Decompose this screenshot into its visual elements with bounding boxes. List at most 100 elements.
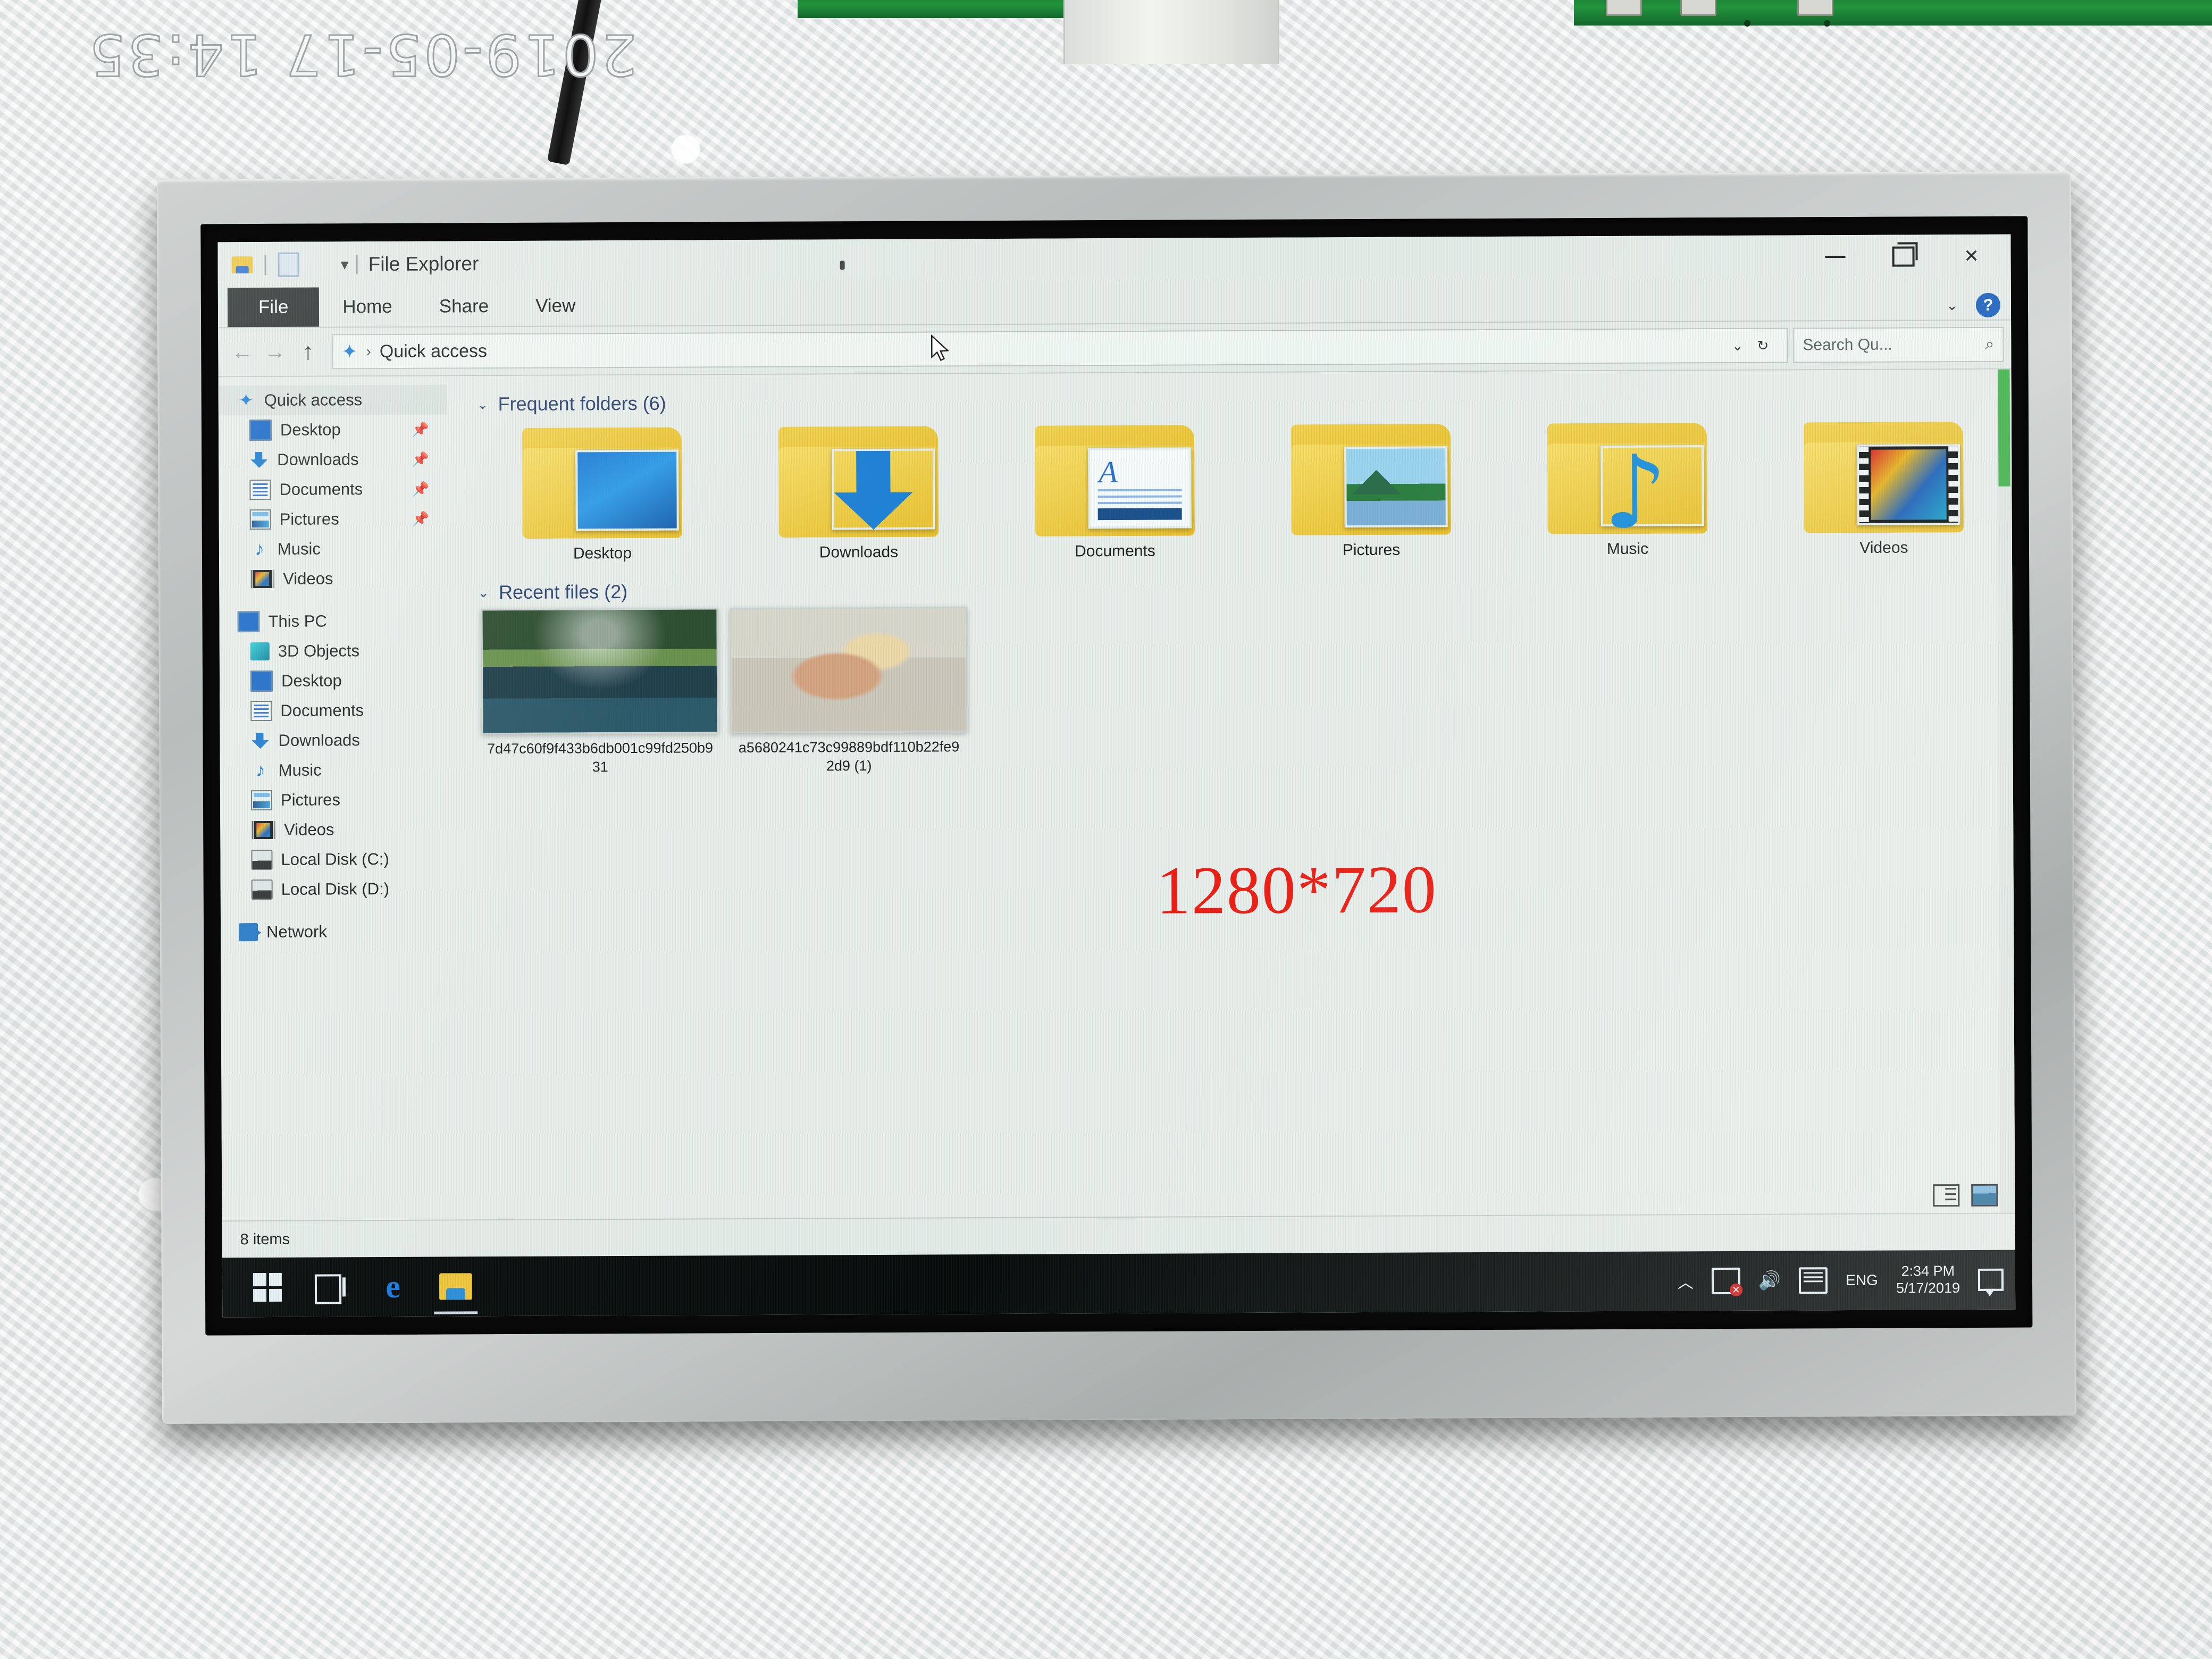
computer-icon: [237, 611, 260, 633]
sidebar-item-pc-documents[interactable]: Documents: [220, 695, 448, 726]
refresh-icon[interactable]: ↻: [1757, 337, 1769, 354]
folder-item[interactable]: ♪ Music: [1499, 415, 1756, 559]
view-mode-buttons[interactable]: [1933, 1184, 1998, 1207]
task-view-button[interactable]: [299, 1257, 362, 1317]
new-folder-icon[interactable]: [303, 249, 333, 279]
large-icons-view-icon[interactable]: [1971, 1184, 1998, 1206]
downloads-icon: [249, 451, 269, 469]
close-button[interactable]: ✕: [1937, 237, 2005, 276]
sidebar-item-pc-downloads[interactable]: Downloads: [220, 725, 448, 756]
sidebar-item-label: Downloads: [278, 731, 360, 750]
search-placeholder: Search Qu...: [1803, 336, 1892, 354]
properties-icon[interactable]: [273, 250, 303, 280]
search-icon: ⌕: [1985, 335, 1995, 353]
folder-item[interactable]: Videos: [1755, 414, 2012, 558]
sidebar-item-label: Local Disk (C:): [281, 849, 389, 869]
pin-icon[interactable]: 📌: [412, 451, 430, 467]
folder-item[interactable]: Desktop: [474, 420, 731, 563]
folder-label: Downloads: [819, 543, 899, 562]
file-explorer-taskbar-button[interactable]: [424, 1256, 487, 1317]
breadcrumb[interactable]: ✦ › Quick access ⌄ ↻: [332, 328, 1788, 370]
volume-icon[interactable]: 🔊: [1758, 1271, 1781, 1291]
sidebar-item-this-pc[interactable]: This PC: [219, 606, 448, 636]
tab-home[interactable]: Home: [319, 287, 416, 327]
folder-item[interactable]: Downloads: [730, 418, 987, 562]
pcb-pad: [1797, 0, 1833, 16]
sidebar-item-local-disk-d[interactable]: Local Disk (D:): [221, 874, 449, 904]
file-item[interactable]: 7d47c60f9f433b6db001c99fd250b931: [481, 608, 719, 776]
start-button[interactable]: [236, 1258, 299, 1318]
person-photo-thumbnail: [730, 607, 968, 734]
videos-icon: [251, 820, 276, 840]
network-disconnected-icon[interactable]: ✕: [1711, 1267, 1742, 1296]
sidebar-item-pc-videos[interactable]: Videos: [220, 814, 449, 845]
tab-view[interactable]: View: [512, 286, 599, 326]
frequent-folders-header[interactable]: ⌄ Frequent folders (6): [477, 387, 2012, 416]
toolbar-divider: [264, 254, 266, 275]
clock[interactable]: 2:34 PM 5/17/2019: [1896, 1263, 1960, 1297]
scrollbar-thumb[interactable]: [1998, 369, 2010, 487]
tab-share[interactable]: Share: [416, 287, 513, 326]
folder-icon: [522, 420, 682, 539]
search-input[interactable]: Search Qu... ⌕: [1793, 326, 2004, 363]
show-hidden-icons-icon[interactable]: ︿: [1678, 1269, 1694, 1293]
sidebar-item-3d-objects[interactable]: 3D Objects: [220, 635, 448, 666]
folder-label: Videos: [1859, 539, 1908, 557]
window-controls[interactable]: ✕: [1801, 237, 2005, 277]
restore-button[interactable]: [1869, 237, 1937, 276]
sidebar-item-downloads[interactable]: Downloads 📌: [219, 444, 447, 475]
sidebar-item-desktop[interactable]: Desktop 📌: [219, 414, 447, 445]
chevron-down-icon[interactable]: ▾: [341, 255, 349, 274]
touch-keyboard-icon[interactable]: [1799, 1267, 1828, 1294]
toolbar-divider: [356, 255, 358, 274]
forward-button[interactable]: →: [258, 336, 291, 368]
sidebar-item-label: Videos: [284, 820, 334, 839]
recent-files-header[interactable]: ⌄ Recent files (2): [477, 575, 2012, 604]
folder-item[interactable]: A Documents: [986, 417, 1243, 561]
edge-button[interactable]: e: [362, 1257, 424, 1317]
recent-files-grid: 7d47c60f9f433b6db001c99fd250b931 a568024…: [458, 602, 2013, 777]
film-strip-icon: [1857, 444, 1960, 525]
pin-icon[interactable]: 📌: [412, 421, 430, 438]
sidebar-item-pc-pictures[interactable]: Pictures: [220, 784, 449, 815]
language-indicator[interactable]: ENG: [1846, 1272, 1878, 1289]
chevron-down-icon[interactable]: ⌄: [477, 584, 489, 601]
pin-icon[interactable]: 📌: [412, 510, 430, 527]
folder-item[interactable]: Pictures: [1243, 416, 1499, 560]
sidebar-item-pictures[interactable]: Pictures 📌: [219, 504, 448, 534]
pin-icon[interactable]: 📌: [412, 481, 430, 497]
network-icon: [239, 923, 258, 942]
up-button[interactable]: ↑: [291, 335, 324, 368]
sidebar-item-quick-access[interactable]: ✦ Quick access: [218, 384, 447, 416]
taskbar: e ︿ ✕ 🔊 ENG 2:34 PM 5/17/2019: [222, 1250, 2016, 1318]
vertical-scrollbar[interactable]: [1996, 369, 2015, 1213]
sidebar-item-local-disk-c[interactable]: Local Disk (C:): [220, 844, 449, 875]
back-button[interactable]: ←: [225, 336, 258, 368]
breadcrumb-current[interactable]: Quick access: [380, 341, 487, 362]
sidebar-item-network[interactable]: Network: [221, 916, 449, 947]
tab-file[interactable]: File: [227, 287, 320, 328]
screen-dust-speck: [840, 261, 845, 270]
windows-logo-icon: [253, 1272, 282, 1302]
notifications-icon[interactable]: [1978, 1268, 2004, 1291]
minimize-button[interactable]: [1801, 237, 1869, 277]
help-icon[interactable]: ?: [1975, 292, 2001, 317]
ribbon-tabs[interactable]: File Home Share View ⌄ ?: [217, 280, 2012, 329]
desktop-icon: [250, 670, 273, 692]
mouse-cursor: [931, 334, 950, 362]
sidebar-item-pc-music[interactable]: ♪ Music: [220, 755, 449, 785]
file-item[interactable]: a5680241c73c99889bdf110b22fe92d9 (1): [730, 607, 968, 775]
quick-access-toolbar[interactable]: ▾ File Explorer: [227, 247, 479, 281]
explorer-icon[interactable]: [227, 250, 257, 280]
chevron-down-icon[interactable]: ⌄: [477, 396, 489, 413]
details-view-icon[interactable]: [1933, 1184, 1960, 1207]
history-chevron-icon[interactable]: ⌄: [1732, 337, 1744, 354]
sidebar-item-documents[interactable]: Documents 📌: [219, 474, 447, 505]
sidebar-item-music[interactable]: ♪ Music: [219, 533, 448, 564]
pcb-hole: [1744, 20, 1750, 27]
sidebar-item-videos[interactable]: Videos: [219, 563, 448, 594]
sidebar-item-pc-desktop[interactable]: Desktop: [220, 665, 448, 696]
expand-ribbon-chevron-icon[interactable]: ⌄: [1946, 297, 1958, 314]
picture-thumb-icon: [1344, 446, 1448, 528]
sidebar-item-label: Pictures: [279, 509, 339, 529]
